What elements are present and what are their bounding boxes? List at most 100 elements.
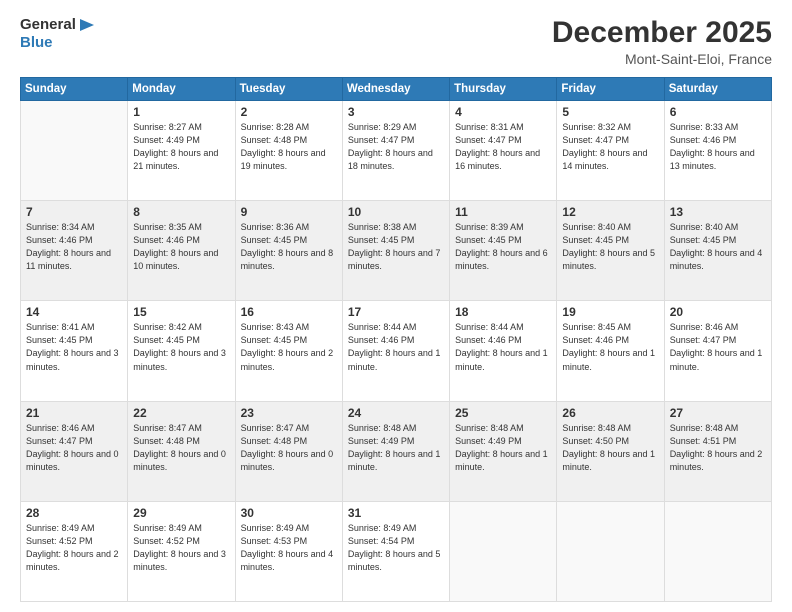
table-row: 3 Sunrise: 8:29 AM Sunset: 4:47 PM Dayli… bbox=[342, 101, 449, 201]
table-row: 22 Sunrise: 8:47 AM Sunset: 4:48 PM Dayl… bbox=[128, 401, 235, 501]
day-number: 5 bbox=[562, 105, 658, 119]
day-number: 4 bbox=[455, 105, 551, 119]
day-number: 6 bbox=[670, 105, 766, 119]
calendar-week-row: 28 Sunrise: 8:49 AM Sunset: 4:52 PM Dayl… bbox=[21, 501, 772, 601]
table-row: 16 Sunrise: 8:43 AM Sunset: 4:45 PM Dayl… bbox=[235, 301, 342, 401]
col-thursday: Thursday bbox=[450, 78, 557, 101]
day-number: 30 bbox=[241, 506, 337, 520]
day-number: 12 bbox=[562, 205, 658, 219]
day-number: 29 bbox=[133, 506, 229, 520]
table-row: 2 Sunrise: 8:28 AM Sunset: 4:48 PM Dayli… bbox=[235, 101, 342, 201]
day-info: Sunrise: 8:40 AM Sunset: 4:45 PM Dayligh… bbox=[670, 222, 763, 271]
col-friday: Friday bbox=[557, 78, 664, 101]
calendar-week-row: 14 Sunrise: 8:41 AM Sunset: 4:45 PM Dayl… bbox=[21, 301, 772, 401]
day-number: 22 bbox=[133, 406, 229, 420]
table-row bbox=[450, 501, 557, 601]
day-info: Sunrise: 8:40 AM Sunset: 4:45 PM Dayligh… bbox=[562, 222, 655, 271]
table-row: 25 Sunrise: 8:48 AM Sunset: 4:49 PM Dayl… bbox=[450, 401, 557, 501]
logo-arrow-icon bbox=[78, 17, 96, 33]
day-info: Sunrise: 8:31 AM Sunset: 4:47 PM Dayligh… bbox=[455, 122, 540, 171]
title-block: December 2025 Mont-Saint-Eloi, France bbox=[552, 16, 772, 67]
day-number: 17 bbox=[348, 305, 444, 319]
logo-blue-text: Blue bbox=[20, 34, 53, 51]
day-info: Sunrise: 8:49 AM Sunset: 4:52 PM Dayligh… bbox=[26, 523, 119, 572]
table-row: 28 Sunrise: 8:49 AM Sunset: 4:52 PM Dayl… bbox=[21, 501, 128, 601]
day-info: Sunrise: 8:45 AM Sunset: 4:46 PM Dayligh… bbox=[562, 322, 655, 371]
day-info: Sunrise: 8:39 AM Sunset: 4:45 PM Dayligh… bbox=[455, 222, 548, 271]
day-number: 25 bbox=[455, 406, 551, 420]
table-row: 21 Sunrise: 8:46 AM Sunset: 4:47 PM Dayl… bbox=[21, 401, 128, 501]
day-info: Sunrise: 8:46 AM Sunset: 4:47 PM Dayligh… bbox=[26, 423, 119, 472]
col-sunday: Sunday bbox=[21, 78, 128, 101]
day-number: 9 bbox=[241, 205, 337, 219]
calendar-header-row: Sunday Monday Tuesday Wednesday Thursday… bbox=[21, 78, 772, 101]
calendar-week-row: 1 Sunrise: 8:27 AM Sunset: 4:49 PM Dayli… bbox=[21, 101, 772, 201]
table-row: 4 Sunrise: 8:31 AM Sunset: 4:47 PM Dayli… bbox=[450, 101, 557, 201]
day-number: 31 bbox=[348, 506, 444, 520]
day-number: 27 bbox=[670, 406, 766, 420]
table-row: 15 Sunrise: 8:42 AM Sunset: 4:45 PM Dayl… bbox=[128, 301, 235, 401]
logo-general-text: General bbox=[20, 16, 76, 33]
day-info: Sunrise: 8:49 AM Sunset: 4:54 PM Dayligh… bbox=[348, 523, 441, 572]
day-number: 10 bbox=[348, 205, 444, 219]
day-number: 19 bbox=[562, 305, 658, 319]
table-row: 30 Sunrise: 8:49 AM Sunset: 4:53 PM Dayl… bbox=[235, 501, 342, 601]
day-info: Sunrise: 8:48 AM Sunset: 4:51 PM Dayligh… bbox=[670, 423, 763, 472]
table-row: 1 Sunrise: 8:27 AM Sunset: 4:49 PM Dayli… bbox=[128, 101, 235, 201]
day-info: Sunrise: 8:47 AM Sunset: 4:48 PM Dayligh… bbox=[241, 423, 334, 472]
day-number: 11 bbox=[455, 205, 551, 219]
table-row: 31 Sunrise: 8:49 AM Sunset: 4:54 PM Dayl… bbox=[342, 501, 449, 601]
calendar-week-row: 7 Sunrise: 8:34 AM Sunset: 4:46 PM Dayli… bbox=[21, 201, 772, 301]
day-info: Sunrise: 8:49 AM Sunset: 4:53 PM Dayligh… bbox=[241, 523, 334, 572]
location-title: Mont-Saint-Eloi, France bbox=[552, 51, 772, 67]
month-title: December 2025 bbox=[552, 16, 772, 49]
table-row: 19 Sunrise: 8:45 AM Sunset: 4:46 PM Dayl… bbox=[557, 301, 664, 401]
day-info: Sunrise: 8:34 AM Sunset: 4:46 PM Dayligh… bbox=[26, 222, 111, 271]
day-number: 24 bbox=[348, 406, 444, 420]
day-info: Sunrise: 8:33 AM Sunset: 4:46 PM Dayligh… bbox=[670, 122, 755, 171]
table-row: 27 Sunrise: 8:48 AM Sunset: 4:51 PM Dayl… bbox=[664, 401, 771, 501]
header: General Blue December 2025 Mont-Saint-El… bbox=[20, 16, 772, 67]
table-row: 14 Sunrise: 8:41 AM Sunset: 4:45 PM Dayl… bbox=[21, 301, 128, 401]
table-row bbox=[21, 101, 128, 201]
day-info: Sunrise: 8:48 AM Sunset: 4:49 PM Dayligh… bbox=[455, 423, 548, 472]
table-row: 10 Sunrise: 8:38 AM Sunset: 4:45 PM Dayl… bbox=[342, 201, 449, 301]
col-wednesday: Wednesday bbox=[342, 78, 449, 101]
table-row: 18 Sunrise: 8:44 AM Sunset: 4:46 PM Dayl… bbox=[450, 301, 557, 401]
day-info: Sunrise: 8:41 AM Sunset: 4:45 PM Dayligh… bbox=[26, 322, 119, 371]
logo: General Blue bbox=[20, 16, 96, 53]
day-info: Sunrise: 8:47 AM Sunset: 4:48 PM Dayligh… bbox=[133, 423, 226, 472]
day-info: Sunrise: 8:35 AM Sunset: 4:46 PM Dayligh… bbox=[133, 222, 218, 271]
page: General Blue December 2025 Mont-Saint-El… bbox=[0, 0, 792, 612]
table-row: 9 Sunrise: 8:36 AM Sunset: 4:45 PM Dayli… bbox=[235, 201, 342, 301]
table-row: 7 Sunrise: 8:34 AM Sunset: 4:46 PM Dayli… bbox=[21, 201, 128, 301]
day-info: Sunrise: 8:46 AM Sunset: 4:47 PM Dayligh… bbox=[670, 322, 763, 371]
day-number: 8 bbox=[133, 205, 229, 219]
day-number: 7 bbox=[26, 205, 122, 219]
day-info: Sunrise: 8:32 AM Sunset: 4:47 PM Dayligh… bbox=[562, 122, 647, 171]
day-number: 23 bbox=[241, 406, 337, 420]
day-number: 18 bbox=[455, 305, 551, 319]
day-number: 2 bbox=[241, 105, 337, 119]
day-number: 3 bbox=[348, 105, 444, 119]
day-number: 26 bbox=[562, 406, 658, 420]
table-row: 26 Sunrise: 8:48 AM Sunset: 4:50 PM Dayl… bbox=[557, 401, 664, 501]
day-info: Sunrise: 8:49 AM Sunset: 4:52 PM Dayligh… bbox=[133, 523, 226, 572]
day-number: 21 bbox=[26, 406, 122, 420]
table-row: 11 Sunrise: 8:39 AM Sunset: 4:45 PM Dayl… bbox=[450, 201, 557, 301]
table-row: 5 Sunrise: 8:32 AM Sunset: 4:47 PM Dayli… bbox=[557, 101, 664, 201]
col-monday: Monday bbox=[128, 78, 235, 101]
table-row: 20 Sunrise: 8:46 AM Sunset: 4:47 PM Dayl… bbox=[664, 301, 771, 401]
day-info: Sunrise: 8:38 AM Sunset: 4:45 PM Dayligh… bbox=[348, 222, 441, 271]
table-row bbox=[557, 501, 664, 601]
table-row: 12 Sunrise: 8:40 AM Sunset: 4:45 PM Dayl… bbox=[557, 201, 664, 301]
table-row: 6 Sunrise: 8:33 AM Sunset: 4:46 PM Dayli… bbox=[664, 101, 771, 201]
day-info: Sunrise: 8:29 AM Sunset: 4:47 PM Dayligh… bbox=[348, 122, 433, 171]
table-row: 29 Sunrise: 8:49 AM Sunset: 4:52 PM Dayl… bbox=[128, 501, 235, 601]
table-row: 13 Sunrise: 8:40 AM Sunset: 4:45 PM Dayl… bbox=[664, 201, 771, 301]
table-row: 24 Sunrise: 8:48 AM Sunset: 4:49 PM Dayl… bbox=[342, 401, 449, 501]
table-row: 8 Sunrise: 8:35 AM Sunset: 4:46 PM Dayli… bbox=[128, 201, 235, 301]
day-info: Sunrise: 8:27 AM Sunset: 4:49 PM Dayligh… bbox=[133, 122, 218, 171]
day-info: Sunrise: 8:44 AM Sunset: 4:46 PM Dayligh… bbox=[455, 322, 548, 371]
day-info: Sunrise: 8:42 AM Sunset: 4:45 PM Dayligh… bbox=[133, 322, 226, 371]
